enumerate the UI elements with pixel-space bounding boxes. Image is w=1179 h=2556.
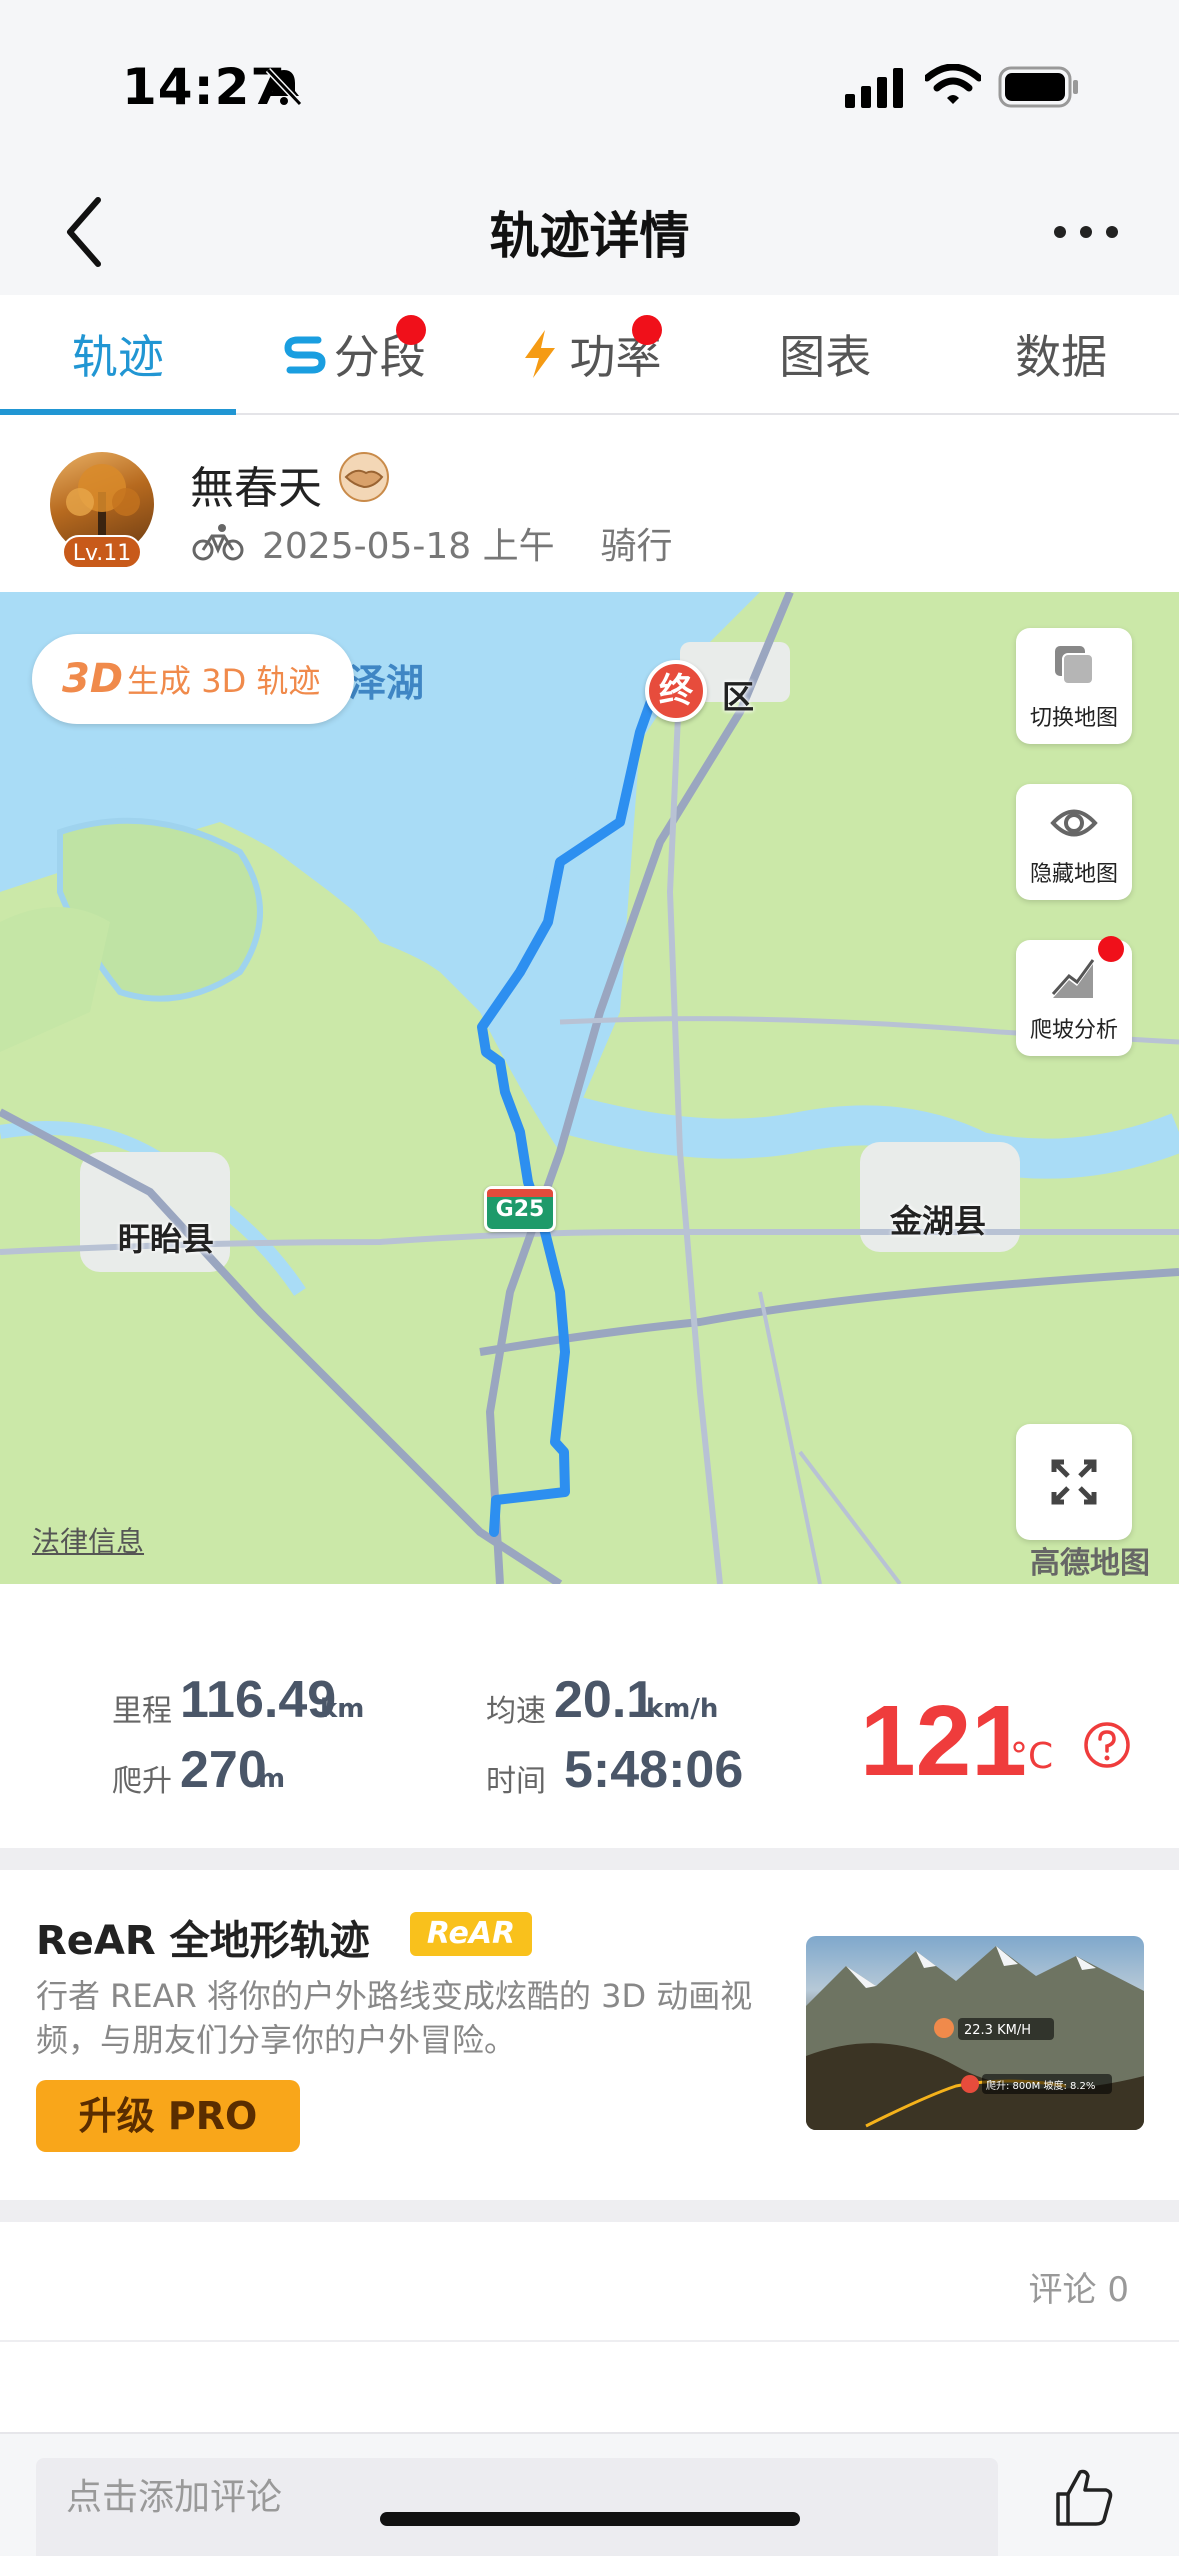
status-bar: 14:27 xyxy=(0,0,1179,170)
section-divider xyxy=(0,1848,1179,1870)
switch-map-button[interactable]: 切换地图 xyxy=(1016,628,1132,744)
climb-analysis-button[interactable]: 爬坡分析 xyxy=(1016,936,1132,1056)
climb-icon xyxy=(1051,959,1095,998)
temperature-unit: °C xyxy=(1010,1736,1054,1777)
more-dots-icon[interactable] xyxy=(1050,218,1122,246)
comments-section: 评论 0 xyxy=(0,2222,1179,2342)
lake-label: 泽湖 xyxy=(348,661,425,705)
distance-label: 里程 xyxy=(112,1694,172,1729)
tab-track-label: 轨迹 xyxy=(71,330,164,384)
fullscreen-icon xyxy=(1051,1459,1097,1505)
bell-muted-icon xyxy=(265,67,303,107)
tab-charts[interactable]: 图表 xyxy=(707,295,943,413)
climb-value: 270 xyxy=(180,1741,267,1799)
climb-badge-dot xyxy=(1098,936,1124,962)
hide-map-label: 隐藏地图 xyxy=(1029,862,1118,887)
ride-activity: 骑行 xyxy=(600,526,673,567)
ride-stats: 里程 116.49 km 均速 20.1 km/h 爬升 270 m 时间 5:… xyxy=(0,1584,1179,1848)
district-label: 区 xyxy=(722,678,755,716)
distance-unit: km xyxy=(320,1694,365,1724)
tree-icon xyxy=(66,464,140,546)
lightning-icon xyxy=(525,330,556,378)
signal-icon xyxy=(845,68,903,108)
eye-icon xyxy=(1050,809,1098,837)
help-icon[interactable] xyxy=(1082,1720,1132,1770)
map-canvas xyxy=(0,592,1179,1584)
home-indicator xyxy=(380,2512,800,2526)
promo-speed-text: 22.3 KM/H xyxy=(964,2023,1031,2038)
route-map[interactable]: 泽湖 区 盱眙县 金湖县 终 G25 3D 生成 3D 轨迹 切换地图 隐藏地图… xyxy=(0,592,1179,1584)
tab-bar: 轨迹 分段 功率 图表 数据 xyxy=(0,295,1179,415)
nav-header: 轨迹详情 xyxy=(0,170,1179,295)
tab-track[interactable]: 轨迹 xyxy=(0,295,236,415)
3d-tag: 3D xyxy=(62,656,124,702)
promo-description: 行者 REAR 将你的户外路线变成炫酷的 3D 动画视频，与朋友们分享你的户外冒… xyxy=(36,1977,753,2059)
generate-3d-label: 生成 3D 轨迹 xyxy=(127,662,321,700)
time-value: 5:48:06 xyxy=(564,1741,744,1799)
comment-count[interactable]: 评论 0 xyxy=(1029,2262,1129,2311)
temperature-value: 121 xyxy=(860,1685,1027,1797)
generate-3d-button[interactable]: 3D 生成 3D 轨迹 xyxy=(32,634,354,724)
rear-promo[interactable]: ReAR 全地形轨迹 ReAR 行者 REAR 将你的户外路线变成炫酷的 3D … xyxy=(0,1870,1179,2200)
bottom-bar: 点击添加评论 xyxy=(0,2432,1179,2556)
segment-badge-dot xyxy=(395,315,426,345)
legal-info-link[interactable]: 法律信息 xyxy=(32,1520,144,1560)
section-divider xyxy=(0,2200,1179,2222)
level-badge: Lv.11 xyxy=(62,535,142,569)
segment-icon xyxy=(284,336,326,374)
tab-power[interactable]: 功率 xyxy=(472,295,708,413)
ride-meta: 2025-05-18 上午 骑行 xyxy=(262,517,672,569)
climb-unit: m xyxy=(258,1764,286,1794)
thumbs-up-icon[interactable] xyxy=(1050,2464,1116,2530)
time-label: 时间 xyxy=(486,1764,546,1799)
promo-image[interactable]: 22.3 KM/H 爬升: 800M 坡度: 8.2% xyxy=(806,1936,1144,2130)
comment-input[interactable]: 点击添加评论 xyxy=(36,2458,998,2556)
tab-charts-label: 图表 xyxy=(779,330,872,384)
upgrade-pro-button[interactable]: 升级 PRO xyxy=(36,2080,300,2152)
switch-map-label: 切换地图 xyxy=(1029,706,1118,731)
fullscreen-button[interactable] xyxy=(1016,1424,1132,1540)
promo-title: ReAR 全地形轨迹 xyxy=(36,1918,370,1964)
power-badge-dot xyxy=(631,315,662,345)
user-info: Lv.11 無春天 2025-05-18 上午 骑行 xyxy=(0,417,1179,592)
handshake-icon xyxy=(339,452,389,502)
bike-icon xyxy=(192,524,244,561)
tab-segment[interactable]: 分段 xyxy=(236,295,472,413)
ride-date: 2025-05-18 上午 xyxy=(262,526,555,567)
user-name[interactable]: 無春天 xyxy=(190,452,322,516)
hide-map-button[interactable]: 隐藏地图 xyxy=(1016,784,1132,900)
place-label-jinhu: 金湖县 xyxy=(890,1202,987,1240)
highway-badge: G25 xyxy=(484,1186,556,1232)
end-marker[interactable]: 终 xyxy=(645,660,707,722)
tab-data-label: 数据 xyxy=(1015,330,1108,384)
climb-analysis-label: 爬坡分析 xyxy=(1029,1018,1118,1043)
page-title: 轨迹详情 xyxy=(489,207,690,265)
wifi-icon xyxy=(925,64,981,104)
climb-label: 爬升 xyxy=(112,1764,172,1799)
mountain-image: 22.3 KM/H 爬升: 800M 坡度: 8.2% xyxy=(806,1946,1144,2130)
promo-stats-text: 爬升: 800M 坡度: 8.2% xyxy=(986,2079,1095,2092)
place-label-xuyi: 盱眙县 xyxy=(118,1220,215,1258)
layers-icon xyxy=(1055,646,1094,685)
avg-speed-value: 20.1 xyxy=(554,1671,656,1729)
rear-badge: ReAR xyxy=(410,1912,532,1956)
avg-speed-label: 均速 xyxy=(486,1694,546,1729)
avg-speed-unit: km/h xyxy=(646,1694,719,1724)
battery-icon xyxy=(998,66,1078,108)
tab-data[interactable]: 数据 xyxy=(943,295,1179,413)
distance-value: 116.49 xyxy=(180,1671,337,1729)
map-provider-logo: 高德地图 xyxy=(1030,1546,1150,1581)
